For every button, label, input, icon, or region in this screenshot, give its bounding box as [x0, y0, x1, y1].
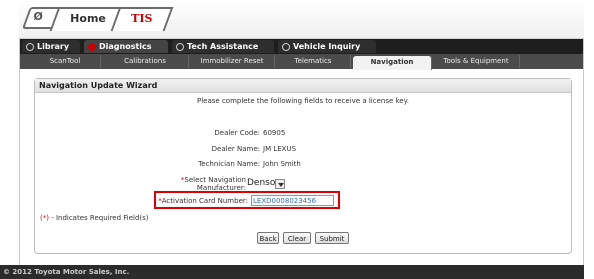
submit-button[interactable]: Submit — [315, 232, 349, 244]
manufacturer-label: *Select Navigation Manufacturer: — [160, 176, 246, 192]
activation-card-label-text: Activation Card Number: — [161, 197, 248, 205]
subtab-telematics[interactable]: Telematics — [276, 55, 351, 68]
wizard-panel: Navigation Update Wizard Please complete… — [34, 78, 572, 254]
clear-button[interactable]: Clear — [283, 232, 311, 244]
technician-value: John Smith — [263, 160, 301, 168]
category-label: Tech Assistance — [187, 42, 259, 51]
required-note-text: - Indicates Required Field(s) — [48, 214, 149, 222]
manufacturer-label-line1: Select Navigation — [184, 176, 246, 184]
manufacturer-select[interactable]: Denso — [247, 178, 287, 191]
category-diagnostics[interactable]: Diagnostics — [84, 40, 168, 53]
radio-icon — [88, 42, 96, 51]
category-tech-assistance[interactable]: Tech Assistance — [172, 40, 274, 53]
manufacturer-select-value: Denso — [247, 178, 276, 188]
subtab-bar: ScanTool Calibrations Immobilizer Reset … — [20, 54, 583, 70]
toyota-logo-icon: Ø — [33, 10, 43, 23]
dealer-name-value: JM LEXUS — [263, 145, 297, 153]
tab-home-label: Home — [70, 12, 106, 25]
dealer-name-label: Dealer Name: — [211, 145, 260, 153]
activation-card-label: *Activation Card Number: — [158, 197, 248, 205]
technician-label: Technician Name: — [198, 160, 260, 168]
instructions-text: Please complete the following fields to … — [197, 97, 409, 105]
subtab-immobilizer-reset[interactable]: Immobilizer Reset — [190, 55, 275, 68]
back-button[interactable]: Back — [257, 232, 279, 244]
category-label: Diagnostics — [99, 42, 152, 51]
chevron-down-icon[interactable] — [275, 179, 285, 189]
panel-title: Navigation Update Wizard — [35, 79, 571, 93]
footer-copyright: © 2012 Toyota Motor Sales, Inc. — [0, 265, 584, 279]
subtab-tools-equipment[interactable]: Tools & Equipment — [433, 55, 520, 68]
subtab-navigation[interactable]: Navigation — [353, 56, 432, 70]
category-label: Vehicle Inquiry — [293, 42, 361, 51]
radio-icon — [26, 42, 34, 51]
required-note: (*) - Indicates Required Field(s) — [40, 214, 149, 222]
category-bar: Library Diagnostics Tech Assistance Vehi… — [20, 39, 583, 54]
required-note-marker: (*) — [40, 214, 49, 222]
subtab-calibrations[interactable]: Calibrations — [102, 55, 189, 68]
subtab-scantool[interactable]: ScanTool — [30, 55, 101, 68]
category-label: Library — [37, 42, 70, 51]
tab-tis[interactable]: TIS — [110, 7, 174, 31]
dealer-code-label: Dealer Code: — [214, 129, 260, 137]
radio-icon — [282, 42, 290, 51]
dealer-code-value: 60905 — [263, 129, 286, 137]
radio-icon — [176, 42, 184, 51]
category-vehicle-inquiry[interactable]: Vehicle Inquiry — [278, 40, 376, 53]
category-library[interactable]: Library — [22, 40, 80, 53]
activation-card-input[interactable] — [251, 195, 334, 206]
tab-tis-label: TIS — [131, 12, 153, 25]
